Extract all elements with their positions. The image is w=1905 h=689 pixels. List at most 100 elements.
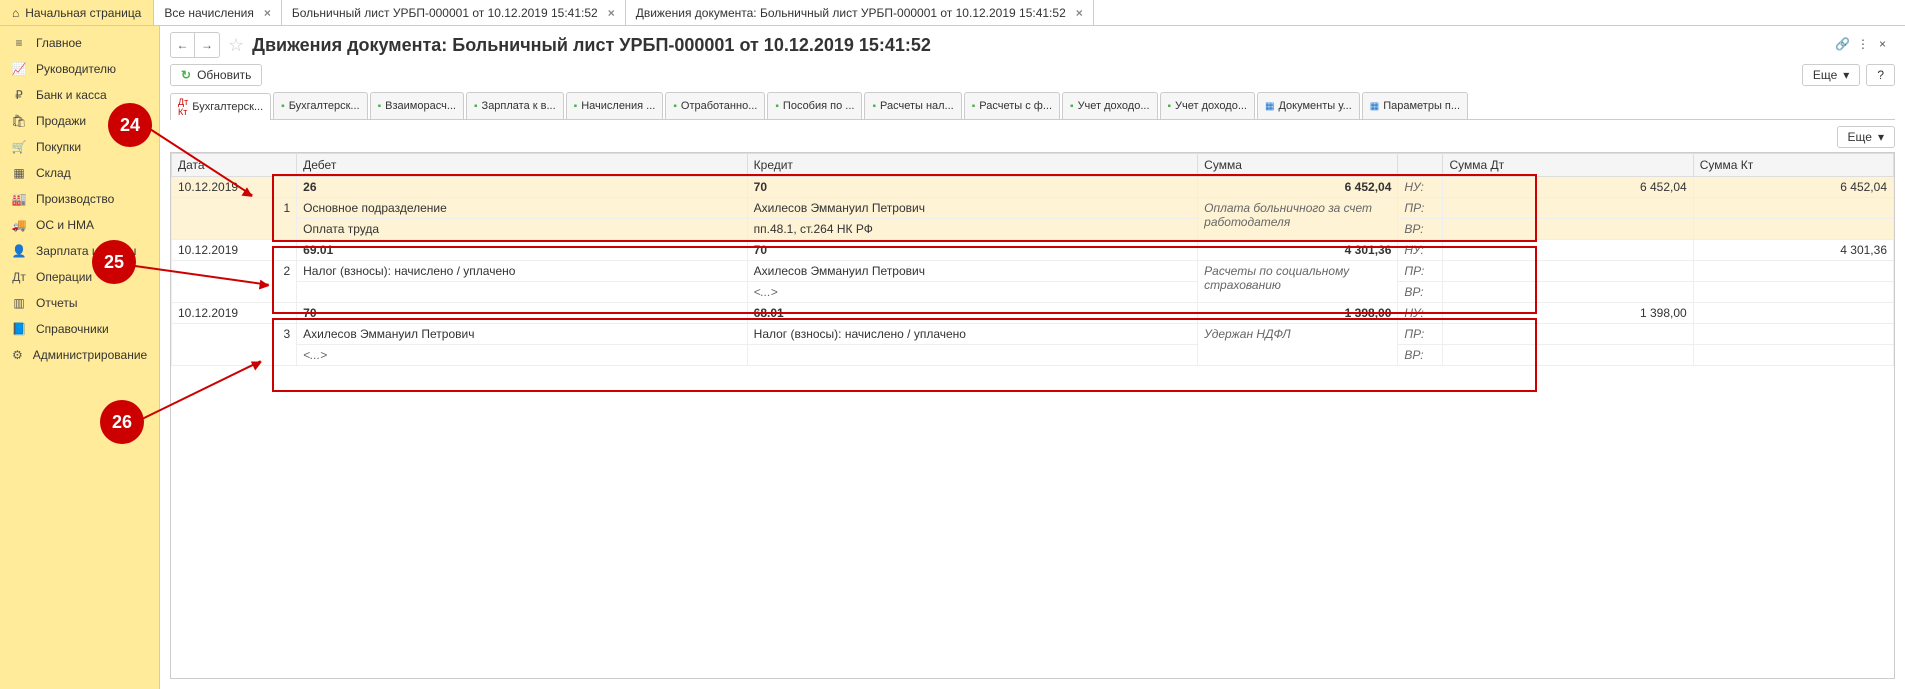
- reg-tab-label: Расчеты нал...: [880, 100, 954, 112]
- cell-debit-l2[interactable]: <...>: [297, 345, 748, 366]
- tab-item[interactable]: Больничный лист УРБП-000001 от 10.12.201…: [282, 0, 626, 25]
- reg-tab[interactable]: ▪Расчеты с ф...: [964, 92, 1060, 119]
- reg-tab-label: Бухгалтерск...: [192, 101, 263, 113]
- star-icon[interactable]: ☆: [228, 35, 244, 56]
- register-icon: ▪: [775, 101, 779, 112]
- cell-credit-l1[interactable]: Ахилесов Эммануил Петрович: [747, 198, 1198, 219]
- back-button[interactable]: ←: [171, 33, 195, 57]
- cell-sum[interactable]: 1 398,00: [1198, 303, 1398, 324]
- tab-label: Движения документа: Больничный лист УРБП…: [636, 6, 1066, 20]
- close-icon[interactable]: ×: [1076, 6, 1083, 20]
- cell-credit-l1[interactable]: Ахилесов Эммануил Петрович: [747, 261, 1198, 282]
- cell-debit-acct[interactable]: 69.01: [297, 240, 748, 261]
- sidebar-item-manager[interactable]: 📈Руководителю: [0, 56, 159, 82]
- cell-idx: 1: [172, 198, 297, 240]
- close-page-icon[interactable]: ×: [1879, 37, 1895, 53]
- register-icon: ▪: [574, 101, 578, 112]
- reg-tab[interactable]: ▪ Расчеты нал...: [864, 92, 961, 119]
- cell-vr-label: ВР:: [1398, 282, 1443, 303]
- cell-nu-dt[interactable]: 6 452,04: [1443, 177, 1693, 198]
- reg-tab-label: Отработанно...: [681, 100, 757, 112]
- callout-num: 25: [104, 252, 124, 273]
- cell-debit-l1[interactable]: Основное подразделение: [297, 198, 748, 219]
- close-icon[interactable]: ×: [608, 6, 615, 20]
- help-button[interactable]: ?: [1866, 64, 1895, 86]
- reg-tab[interactable]: ▪Начисления ...: [566, 92, 664, 119]
- callout-num: 26: [112, 412, 132, 433]
- reg-tab[interactable]: ▪Отработанно...: [665, 92, 765, 119]
- cell-sum[interactable]: 6 452,04: [1198, 177, 1398, 198]
- cell-sum[interactable]: 4 301,36: [1198, 240, 1398, 261]
- link-icon[interactable]: 🔗: [1835, 37, 1851, 53]
- reg-tab[interactable]: ▪Взаиморасч...: [370, 92, 464, 119]
- bag-icon: 🛍: [12, 114, 26, 128]
- sidebar-label: Руководителю: [36, 62, 116, 76]
- content: ← → ☆ Движения документа: Больничный лис…: [160, 26, 1905, 689]
- cell-credit-l2[interactable]: [747, 345, 1198, 366]
- sidebar-item-catalogs[interactable]: 📘Справочники: [0, 316, 159, 342]
- cell-credit-l1[interactable]: Налог (взносы): начислено / уплачено: [747, 324, 1198, 345]
- sidebar-item-production[interactable]: 🏭Производство: [0, 186, 159, 212]
- sidebar-item-reports[interactable]: ▥Отчеты: [0, 290, 159, 316]
- col-credit[interactable]: Кредит: [747, 154, 1198, 177]
- cell-date[interactable]: 10.12.2019: [172, 177, 297, 198]
- start-page-label: Начальная страница: [25, 6, 141, 20]
- home-icon: ⌂: [12, 6, 19, 20]
- register-tabs: ДтКтБухгалтерск... ▪Бухгалтерск... ▪Взаи…: [170, 92, 1895, 120]
- cell-credit-acct[interactable]: 70: [747, 240, 1198, 261]
- cell-date[interactable]: 10.12.2019: [172, 240, 297, 261]
- cell-debit-l1[interactable]: Налог (взносы): начислено / уплачено: [297, 261, 748, 282]
- reg-tab[interactable]: ▪Зарплата к в...: [466, 92, 564, 119]
- cell-debit-l2[interactable]: Оплата труда: [297, 219, 748, 240]
- cell-credit-acct[interactable]: 70: [747, 177, 1198, 198]
- tab-item[interactable]: Все начисления ×: [154, 0, 282, 25]
- sidebar-item-main[interactable]: ≡Главное: [0, 30, 159, 56]
- cell-nu-dt[interactable]: [1443, 240, 1693, 261]
- cell-debit-acct[interactable]: 26: [297, 177, 748, 198]
- col-sum-kt[interactable]: Сумма Кт: [1693, 154, 1893, 177]
- col-sum[interactable]: Сумма: [1198, 154, 1398, 177]
- cell-date[interactable]: 10.12.2019: [172, 303, 297, 324]
- person-icon: 👤: [12, 244, 26, 258]
- register-icon: ▪: [872, 101, 876, 112]
- reg-tab-label: Бухгалтерск...: [289, 100, 360, 112]
- cell-credit-acct[interactable]: 68.01: [747, 303, 1198, 324]
- cell-debit-acct[interactable]: 70: [297, 303, 748, 324]
- reg-tab[interactable]: ▦Документы у...: [1257, 92, 1360, 119]
- sidebar-item-warehouse[interactable]: ▦Склад: [0, 160, 159, 186]
- sub-more-button[interactable]: Еще ▾: [1837, 126, 1895, 148]
- cell-nu-kt[interactable]: [1693, 303, 1893, 324]
- register-icon: ▪: [474, 101, 478, 112]
- more-icon[interactable]: ⋮: [1857, 37, 1873, 53]
- reg-tab[interactable]: ▪Учет доходо...: [1160, 92, 1255, 119]
- cell-debit-l1[interactable]: Ахилесов Эммануил Петрович: [297, 324, 748, 345]
- sidebar-item-assets[interactable]: 🚚ОС и НМА: [0, 212, 159, 238]
- callout-25: 25: [92, 240, 136, 284]
- col-debit[interactable]: Дебет: [297, 154, 748, 177]
- reg-tab[interactable]: ▦Параметры п...: [1362, 92, 1468, 119]
- cell-nu-kt[interactable]: 6 452,04: [1693, 177, 1893, 198]
- reg-tab-accounting[interactable]: ДтКтБухгалтерск...: [170, 93, 271, 120]
- sidebar-item-admin[interactable]: ⚙Администрирование: [0, 342, 159, 368]
- reg-tab[interactable]: ▪Бухгалтерск...: [273, 92, 367, 119]
- close-icon[interactable]: ×: [264, 6, 271, 20]
- more-button[interactable]: Еще ▾: [1802, 64, 1860, 86]
- postings-grid[interactable]: Дата Дебет Кредит Сумма Сумма Дт Сумма К…: [170, 152, 1895, 679]
- col-sum-dt[interactable]: Сумма Дт: [1443, 154, 1693, 177]
- forward-button[interactable]: →: [195, 33, 219, 57]
- start-page-tab[interactable]: ⌂ Начальная страница: [0, 0, 154, 25]
- table-icon: ▦: [1265, 101, 1274, 112]
- reg-tab[interactable]: ▪Пособия по ...: [767, 92, 862, 119]
- sidebar-label: Справочники: [36, 322, 109, 336]
- refresh-button[interactable]: ↻ Обновить: [170, 64, 262, 86]
- more-label: Еще: [1813, 68, 1837, 82]
- cell-debit-l2[interactable]: [297, 282, 748, 303]
- cell-credit-l2[interactable]: <...>: [747, 282, 1198, 303]
- cell-credit-l2[interactable]: пп.48.1, ст.264 НК РФ: [747, 219, 1198, 240]
- chevron-down-icon: ▾: [1843, 68, 1849, 82]
- reg-tab[interactable]: ▪Учет доходо...: [1062, 92, 1157, 119]
- register-icon: ▪: [972, 101, 976, 112]
- cell-nu-kt[interactable]: 4 301,36: [1693, 240, 1893, 261]
- cell-nu-dt[interactable]: 1 398,00: [1443, 303, 1693, 324]
- tab-item-active[interactable]: Движения документа: Больничный лист УРБП…: [626, 0, 1094, 25]
